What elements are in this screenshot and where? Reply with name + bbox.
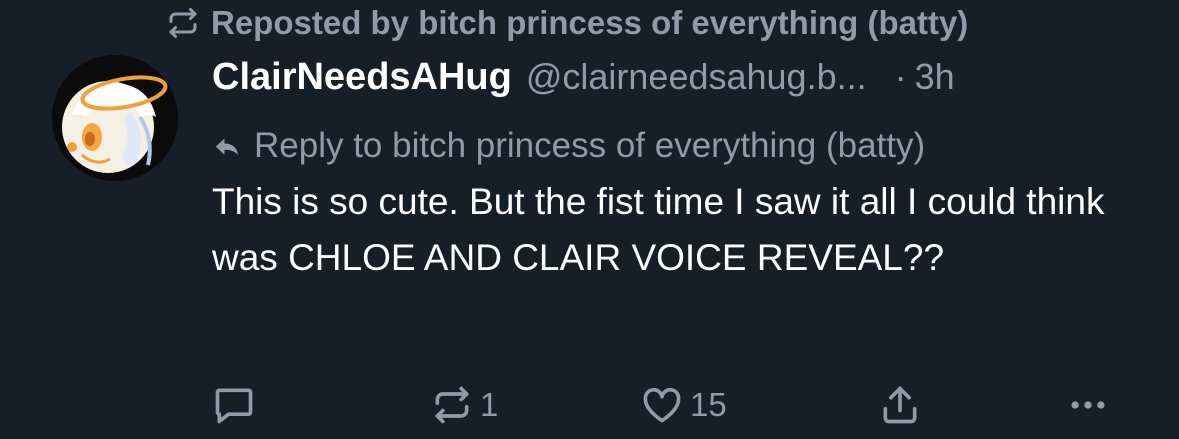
share-icon [883,386,917,424]
reply-arrow-icon [215,138,239,155]
repost-button[interactable]: 1 [430,380,498,430]
action-bar: 1 15 [0,380,1179,430]
timestamp[interactable]: 3h [915,56,955,98]
comment-icon [215,388,253,424]
avatar-image [52,55,178,181]
post-text: This is so cute. But the fist time I saw… [212,181,1105,278]
display-name[interactable]: ClairNeedsAHug [212,56,512,99]
reply-text: Reply to bitch princess of everything (b… [254,126,926,165]
repost-icon [435,386,469,424]
heart-icon [643,387,681,423]
avatar[interactable] [52,55,178,181]
reply-button[interactable] [212,380,256,430]
post-header: ClairNeedsAHug @clairneedsahug.b... · 3h [212,56,1132,114]
reply-indicator[interactable]: Reply to bitch princess of everything (b… [212,118,1132,174]
repost-count: 1 [480,386,499,423]
more-icon [1071,401,1105,409]
handle[interactable]: @clairneedsahug.b... [526,56,867,98]
post-card[interactable]: Reposted by bitch princess of everything… [0,0,1179,439]
more-options-button[interactable] [1066,380,1110,430]
share-button[interactable] [878,380,922,430]
like-count: 15 [690,386,727,423]
repost-icon [169,8,197,38]
repost-indicator[interactable]: Reposted by bitch princess of everything… [165,2,968,44]
post-content: ClairNeedsAHug @clairneedsahug.b... · 3h… [212,56,1132,286]
repost-text: Reposted by bitch princess of everything… [211,4,969,41]
like-button[interactable]: 15 [640,380,727,430]
separator-dot: · [894,56,907,97]
